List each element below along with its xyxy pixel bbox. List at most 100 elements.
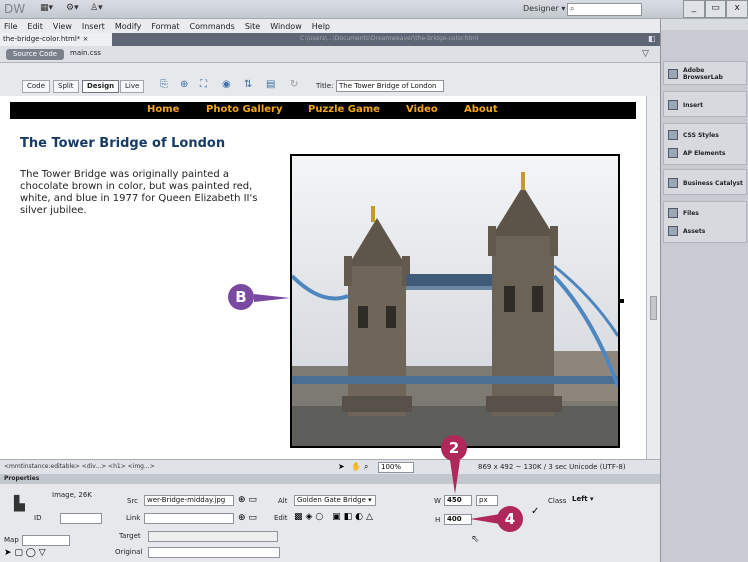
alt-select[interactable]: Golden Gate Bridge ▾ [294, 495, 376, 506]
original-label: Original [115, 548, 143, 556]
close-tab-icon[interactable]: × [83, 35, 89, 43]
panel-ap-elements[interactable]: AP Elements [668, 145, 725, 161]
map-tools-icon[interactable]: ➤ ▢ ◯ ▽ [4, 548, 46, 558]
zoom-select[interactable]: 100% [378, 462, 414, 473]
menu-site[interactable]: Site [245, 22, 260, 31]
resize-handle-right[interactable] [620, 299, 624, 303]
target-select[interactable] [148, 531, 278, 542]
workspace-switcher[interactable]: Designer ▾ [523, 4, 565, 13]
page-paragraph: The Tower Bridge was originally painted … [20, 169, 258, 216]
insert-icon [668, 100, 678, 110]
source-code-button[interactable]: Source Code [6, 49, 64, 60]
browserlab-icon [668, 69, 678, 79]
properties-title: Properties [4, 475, 40, 482]
id-label: ID [34, 514, 42, 522]
id-input[interactable] [60, 513, 102, 524]
refresh-icon[interactable]: ↻ [290, 79, 298, 90]
map-label: Map [4, 536, 19, 544]
nav-video[interactable]: Video [406, 104, 438, 115]
status-bar: <mmtinstance:editable> <div...> <h1> <im… [0, 459, 660, 474]
selected-image[interactable] [290, 154, 620, 448]
split-view-button[interactable]: Split [53, 80, 79, 93]
height-input[interactable]: 400 [444, 514, 472, 525]
title-bar: DW ▦▾ ⚙▾ ♙▾ Designer ▾ ⌕ _ ▭ x [0, 0, 748, 19]
menu-modify[interactable]: Modify [115, 22, 142, 31]
panel-group-browserlab: Adobe BrowserLab [663, 61, 747, 85]
menu-file[interactable]: File [4, 22, 17, 31]
design-scrollbar[interactable] [646, 96, 660, 459]
live-view-button[interactable]: Live [120, 80, 145, 93]
constrain-proportions-icon[interactable]: ✓ [531, 506, 539, 517]
nav-home[interactable]: Home [147, 104, 179, 115]
menu-window[interactable]: Window [270, 22, 302, 31]
select-tool-icon[interactable]: ➤ [338, 462, 345, 471]
menu-commands[interactable]: Commands [190, 22, 235, 31]
help-search-input[interactable]: ⌕ [567, 3, 642, 16]
original-input[interactable] [148, 547, 280, 558]
mouse-cursor-icon: ⇖ [471, 534, 480, 545]
panel-css-styles[interactable]: CSS Styles [668, 127, 719, 143]
panel-insert[interactable]: Insert [668, 97, 703, 113]
callout-b: B [228, 284, 254, 310]
multiscreen-icon[interactable]: ⛶ [200, 79, 207, 90]
window-size-info: 869 x 492 ~ 130K / 3 sec Unicode (UTF-8) [478, 463, 626, 471]
visual-aids-icon[interactable]: ▤ [266, 79, 275, 90]
callout-4: 4 [497, 506, 523, 532]
menu-help[interactable]: Help [312, 22, 330, 31]
assets-icon [668, 226, 678, 236]
panel-group-css: CSS Styles AP Elements [663, 123, 747, 165]
menu-insert[interactable]: Insert [82, 22, 105, 31]
live-code-icon[interactable]: ⎘ [160, 79, 168, 90]
maximize-button[interactable]: ▭ [704, 0, 727, 18]
zoom-tool-icon[interactable]: ⌕ [364, 462, 368, 472]
link-browse-icon[interactable]: ⊕ ▭ [238, 513, 257, 523]
edit-tools-icon[interactable]: ▩◈○ ▣◧◐△ [294, 512, 376, 522]
panel-adobe-browserlab[interactable]: Adobe BrowserLab [668, 66, 746, 82]
properties-header: Properties [0, 474, 660, 484]
w-label: W [434, 497, 441, 505]
link-input[interactable] [144, 513, 234, 524]
related-files-bar: Source Code main.css ▽ [0, 46, 660, 63]
page-title-input[interactable]: The Tower Bridge of London [336, 80, 444, 92]
layout-menu-icon[interactable]: ▦▾ [40, 3, 53, 13]
point-to-file-icon[interactable]: ⊕ ▭ [238, 495, 257, 505]
nav-puzzle-game[interactable]: Puzzle Game [308, 104, 380, 115]
nav-photo-gallery[interactable]: Photo Gallery [206, 104, 283, 115]
design-view: Home Photo Gallery Puzzle Game Video Abo… [0, 96, 646, 459]
panel-assets[interactable]: Assets [668, 223, 705, 239]
width-input[interactable]: 450 [444, 495, 472, 506]
menu-edit[interactable]: Edit [27, 22, 43, 31]
extend-icon[interactable]: ⚙▾ [66, 3, 79, 13]
menu-view[interactable]: View [53, 22, 72, 31]
width-unit-select[interactable]: px [476, 495, 498, 506]
hand-tool-icon[interactable]: ✋ [351, 462, 361, 471]
nav-about[interactable]: About [464, 104, 498, 115]
panel-files[interactable]: Files [668, 205, 699, 221]
h-label: H [435, 516, 441, 524]
tag-selector[interactable]: <mmtinstance:editable> <div...> <h1> <im… [4, 463, 155, 470]
panel-options-icon[interactable]: ◧ [648, 34, 656, 43]
right-panel-dock: Adobe BrowserLab Insert CSS Styles AP El… [660, 19, 748, 562]
callout-2-pointer [450, 460, 460, 494]
main-css-link[interactable]: main.css [70, 49, 101, 57]
document-tab[interactable]: the-bridge-color.html* × [0, 33, 112, 46]
map-input[interactable] [22, 535, 70, 546]
edit-label: Edit [274, 514, 288, 522]
class-select[interactable]: Left ▾ [570, 495, 630, 506]
panel-dock-header [661, 19, 748, 30]
filter-icon[interactable]: ▽ [642, 49, 649, 59]
menu-format[interactable]: Format [151, 22, 179, 31]
site-icon[interactable]: ♙▾ [90, 3, 103, 13]
minimize-button[interactable]: _ [683, 0, 705, 18]
file-management-icon[interactable]: ⇅ [244, 79, 252, 90]
menu-bar: File Edit View Insert Modify Format Comm… [0, 19, 660, 33]
files-icon [668, 208, 678, 218]
src-input[interactable]: wer-Bridge-midday.jpg [144, 495, 234, 506]
src-label: Src [127, 497, 139, 505]
code-view-button[interactable]: Code [22, 80, 50, 93]
panel-business-catalyst[interactable]: Business Catalyst [668, 175, 743, 191]
browser-preview-icon[interactable]: ◉ [222, 79, 231, 90]
close-button[interactable]: x [726, 0, 748, 18]
inspect-icon[interactable]: ⊕ [180, 79, 188, 90]
design-view-button[interactable]: Design [82, 80, 120, 93]
